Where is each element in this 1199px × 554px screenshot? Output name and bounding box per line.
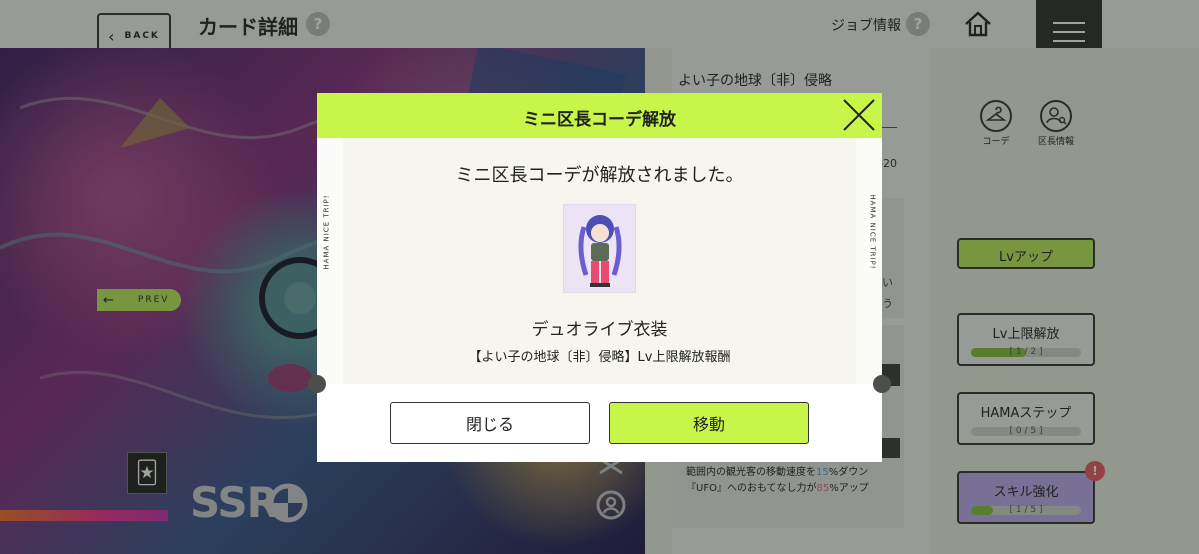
ticket-notch-right xyxy=(873,375,891,393)
dialog-title: ミニ区長コーデ解放 xyxy=(523,110,676,130)
ticket-notch-left xyxy=(308,375,326,393)
mini-coordinate-thumbnail xyxy=(563,204,636,293)
side-caption-left: HAMA NICE TRIP! xyxy=(322,194,331,270)
close-icon[interactable] xyxy=(841,97,877,133)
side-caption-right: HAMA NICE TRIP! xyxy=(868,194,877,270)
close-button[interactable]: 閉じる xyxy=(390,402,590,444)
item-name: デュオライブ衣装 xyxy=(531,320,668,340)
item-source: 【よい子の地球〔非〕侵略】Lv上限解放報酬 xyxy=(468,350,731,365)
move-button[interactable]: 移動 xyxy=(609,402,809,444)
mini-character-icon xyxy=(578,215,622,287)
unlock-dialog: ミニ区長コーデ解放 HAMA NICE TRIP! HAMA NICE TRIP… xyxy=(308,93,891,462)
dialog-message: ミニ区長コーデが解放されました。 xyxy=(455,165,744,186)
